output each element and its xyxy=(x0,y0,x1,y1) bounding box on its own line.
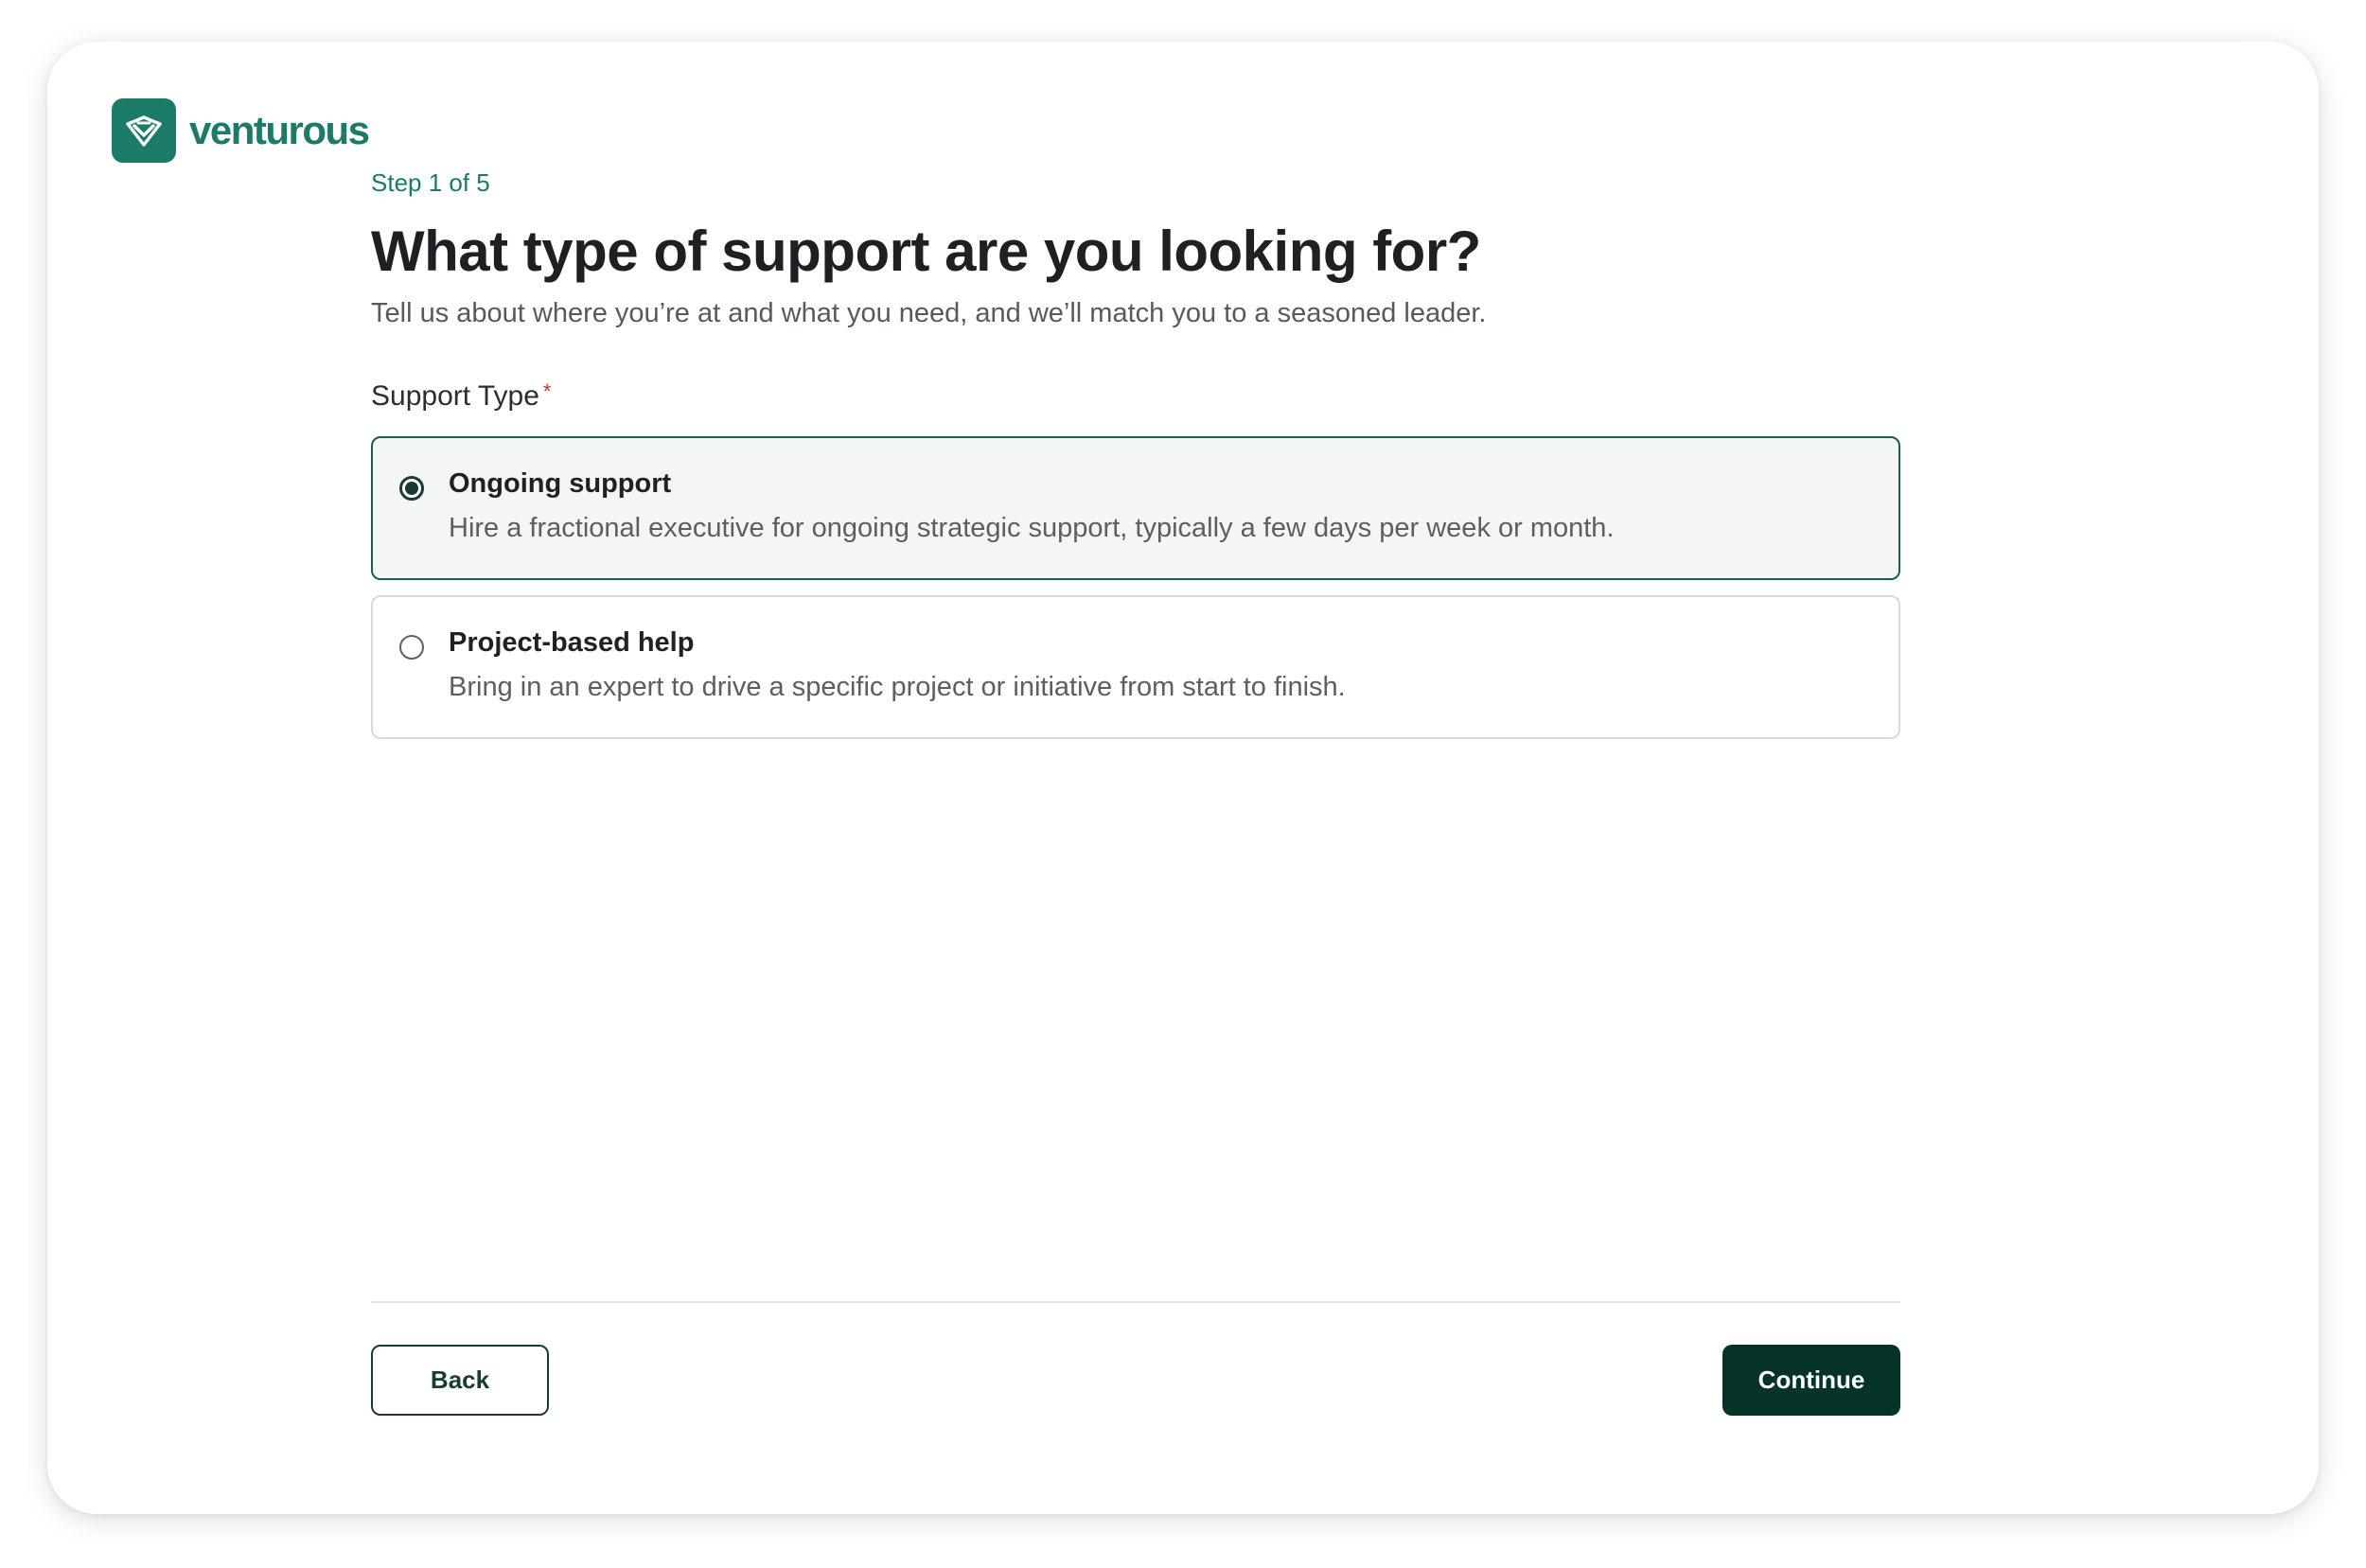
continue-button[interactable]: Continue xyxy=(1722,1345,1900,1416)
footer-divider xyxy=(371,1301,1900,1303)
required-marker: * xyxy=(542,379,552,403)
option-description: Bring in an expert to drive a specific p… xyxy=(449,671,1346,702)
support-type-radio-group: Ongoing support Hire a fractional execut… xyxy=(371,435,1900,739)
radio-checked-icon[interactable] xyxy=(399,475,424,501)
page-title: What type of support are you looking for… xyxy=(371,220,1481,283)
option-description: Hire a fractional executive for ongoing … xyxy=(449,512,1615,543)
option-project-based-help[interactable]: Project-based help Bring in an expert to… xyxy=(371,594,1900,739)
option-title: Project-based help xyxy=(449,626,695,658)
support-type-label: Support Type * xyxy=(371,379,1900,414)
step-indicator: Step 1 of 5 xyxy=(371,168,490,197)
logo-mark-icon xyxy=(112,98,176,163)
brand-name: venturous xyxy=(189,108,370,152)
option-title: Ongoing support xyxy=(449,467,672,499)
radio-unchecked-icon[interactable] xyxy=(399,634,424,660)
form-content: Step 1 of 5 What type of support are you… xyxy=(371,170,1900,739)
support-type-label-text: Support Type xyxy=(371,379,539,412)
brand-logo[interactable]: venturous xyxy=(112,98,370,163)
back-button[interactable]: Back xyxy=(371,1345,549,1416)
option-ongoing-support[interactable]: Ongoing support Hire a fractional execut… xyxy=(371,435,1900,580)
page-subtitle: Tell us about where you’re at and what y… xyxy=(371,298,1487,328)
radio-dot-icon xyxy=(405,481,418,495)
